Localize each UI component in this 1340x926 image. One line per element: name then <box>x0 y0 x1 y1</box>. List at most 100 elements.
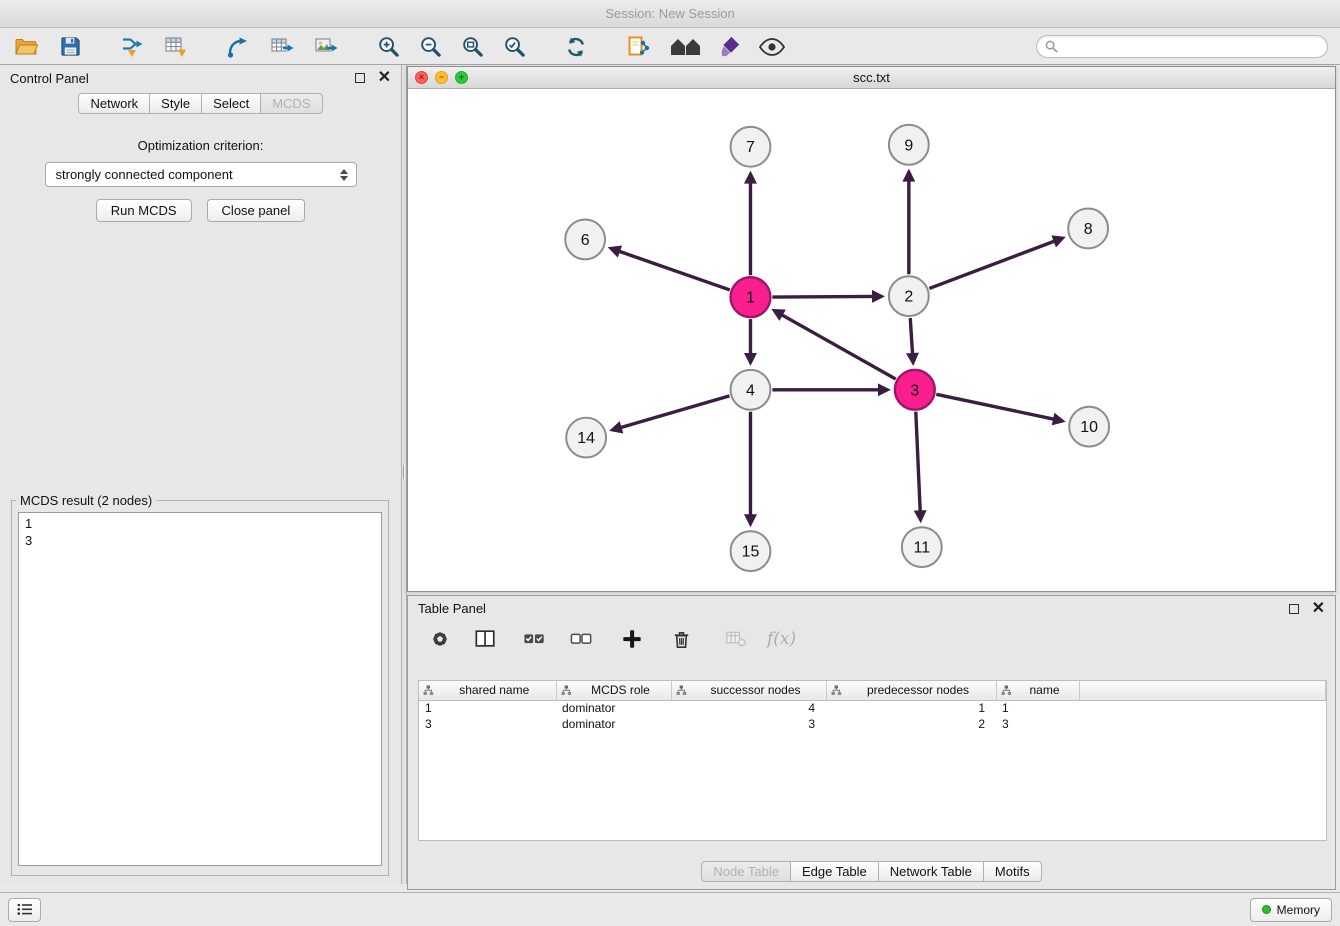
graph-node-1[interactable]: 1 <box>731 277 771 317</box>
control-tab-style[interactable]: Style <box>149 93 202 114</box>
table-cell[interactable]: 3 <box>419 716 556 732</box>
column-header-MCDS-role[interactable]: MCDS role <box>556 681 671 700</box>
select-all-button[interactable] <box>520 625 548 653</box>
search-box[interactable] <box>1036 35 1328 58</box>
table-cell-filler <box>1079 700 1326 716</box>
table-row[interactable]: 3dominator323 <box>419 716 1326 732</box>
table-tab-node-table[interactable]: Node Table <box>701 861 791 882</box>
float-panel-icon[interactable] <box>355 73 365 83</box>
graph-node-9[interactable]: 9 <box>889 125 929 165</box>
delete-column-button[interactable] <box>667 625 695 653</box>
network-graph[interactable]: 7 9 6 8 1 2 4 3 14 10 15 11 <box>408 89 1335 591</box>
table-tab-edge-table[interactable]: Edge Table <box>790 861 879 882</box>
edge-2-to-8[interactable] <box>929 235 1065 288</box>
edge-1-to-4[interactable] <box>744 319 757 366</box>
edge-3-to-11[interactable] <box>914 412 927 524</box>
close-window-button[interactable]: × <box>415 71 428 84</box>
svg-text:14: 14 <box>577 430 595 447</box>
refresh-view-button[interactable] <box>562 33 590 61</box>
close-panel-icon[interactable]: ✕ <box>378 71 391 85</box>
graph-node-8[interactable]: 8 <box>1068 209 1108 249</box>
graph-node-7[interactable]: 7 <box>731 127 771 167</box>
edge-2-to-3[interactable] <box>906 318 919 366</box>
table-cell[interactable]: 3 <box>671 716 826 732</box>
control-panel-tabs: NetworkStyleSelectMCDS <box>0 93 401 114</box>
minimize-window-button[interactable]: − <box>435 71 448 84</box>
zoom-in-button[interactable] <box>374 33 402 61</box>
memory-label: Memory <box>1277 903 1320 917</box>
table-row[interactable]: 1dominator411 <box>419 700 1326 716</box>
zoom-fit-button[interactable] <box>458 33 486 61</box>
optimization-select[interactable]: strongly connected component <box>45 162 357 187</box>
table-cell[interactable]: 1 <box>419 700 556 716</box>
new-network-button[interactable] <box>224 33 252 61</box>
close-panel-button[interactable]: Close panel <box>207 199 306 222</box>
export-image-button[interactable] <box>312 33 340 61</box>
graph-node-4[interactable]: 4 <box>731 370 771 410</box>
function-builder-button[interactable]: f(x) <box>767 629 796 649</box>
network-view-titlebar[interactable]: scc.txt × − + <box>408 67 1335 89</box>
open-folder-icon <box>14 35 38 59</box>
edge-2-to-9[interactable] <box>902 169 915 275</box>
network-canvas[interactable]: 7 9 6 8 1 2 4 3 14 10 15 11 <box>408 89 1335 591</box>
graph-node-2[interactable]: 2 <box>889 276 929 316</box>
mcds-result-item[interactable]: 3 <box>25 532 375 549</box>
table-cell[interactable]: 1 <box>826 700 996 716</box>
edge-1-to-6[interactable] <box>608 245 730 289</box>
close-table-panel-icon[interactable]: ✕ <box>1312 602 1325 616</box>
float-table-panel-icon[interactable] <box>1289 604 1299 614</box>
edge-3-to-10[interactable] <box>936 394 1065 425</box>
show-graphics-details-button[interactable] <box>758 33 786 61</box>
apply-style-button[interactable] <box>716 33 744 61</box>
delete-table-button[interactable] <box>722 625 750 653</box>
mcds-result-item[interactable]: 1 <box>25 515 375 532</box>
mcds-result-list[interactable]: 13 <box>18 512 382 866</box>
import-network-from-file-button[interactable] <box>118 33 146 61</box>
control-tab-mcds[interactable]: MCDS <box>260 93 322 114</box>
control-tab-select[interactable]: Select <box>201 93 261 114</box>
table-cell[interactable]: 3 <box>996 716 1079 732</box>
graph-node-6[interactable]: 6 <box>565 219 605 259</box>
column-header-successor-nodes[interactable]: successor nodes <box>671 681 826 700</box>
search-input[interactable] <box>1064 40 1319 54</box>
table-cell[interactable]: 2 <box>826 716 996 732</box>
memory-button[interactable]: Memory <box>1250 898 1332 922</box>
table-cell[interactable]: 1 <box>996 700 1079 716</box>
copy-style-button[interactable] <box>624 33 652 61</box>
zoom-out-button[interactable] <box>416 33 444 61</box>
table-cell[interactable]: dominator <box>556 716 671 732</box>
table-cell[interactable]: 4 <box>671 700 826 716</box>
edge-1-to-7[interactable] <box>744 171 757 276</box>
edge-1-to-2[interactable] <box>772 290 885 303</box>
column-header-predecessor-nodes[interactable]: predecessor nodes <box>826 681 996 700</box>
zoom-selected-button[interactable] <box>500 33 528 61</box>
graph-node-15[interactable]: 15 <box>731 531 771 571</box>
edge-4-to-14[interactable] <box>609 396 729 434</box>
column-header-name[interactable]: name <box>996 681 1079 700</box>
maximize-window-button[interactable]: + <box>455 71 468 84</box>
graph-node-11[interactable]: 11 <box>902 527 942 567</box>
edge-3-to-1[interactable] <box>771 309 895 379</box>
first-neighbors-button[interactable] <box>668 33 702 61</box>
edge-4-to-3[interactable] <box>772 383 891 396</box>
svg-text:8: 8 <box>1084 221 1093 238</box>
table-tab-motifs[interactable]: Motifs <box>983 861 1042 882</box>
table-settings-button[interactable] <box>426 625 454 653</box>
deselect-all-button[interactable] <box>567 625 595 653</box>
show-panel-menu-button[interactable] <box>8 898 41 922</box>
graph-node-14[interactable]: 14 <box>566 418 606 458</box>
import-table-from-file-button[interactable] <box>162 33 190 61</box>
run-mcds-button[interactable]: Run MCDS <box>96 199 192 222</box>
column-header-shared-name[interactable]: shared name <box>419 681 556 700</box>
export-table-button[interactable] <box>268 33 296 61</box>
edge-4-to-15[interactable] <box>744 412 757 528</box>
graph-node-3[interactable]: 3 <box>895 370 935 410</box>
control-tab-network[interactable]: Network <box>78 93 150 114</box>
table-cell[interactable]: dominator <box>556 700 671 716</box>
graph-node-10[interactable]: 10 <box>1069 407 1109 447</box>
create-column-button[interactable] <box>618 625 646 653</box>
show-columns-button[interactable] <box>471 625 499 653</box>
save-session-button[interactable] <box>56 33 84 61</box>
table-tab-network-table[interactable]: Network Table <box>878 861 984 882</box>
open-session-button[interactable] <box>12 33 40 61</box>
